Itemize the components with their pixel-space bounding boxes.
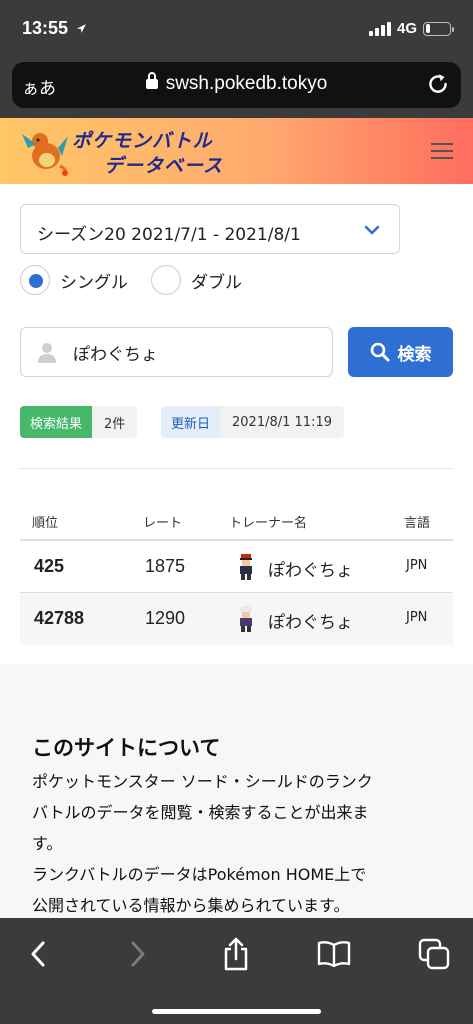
status-time: 13:55 — [22, 18, 87, 39]
url-display[interactable]: swsh.pokedb.tokyo — [12, 72, 461, 95]
trainer-sprite-icon — [240, 554, 252, 580]
chevron-right-icon — [131, 941, 145, 967]
updated-date-key: 更新日 — [161, 406, 221, 438]
user-icon — [38, 343, 56, 363]
column-header-lang: 言語 — [404, 516, 431, 531]
column-header-rank: 順位 — [32, 516, 59, 531]
radio-double-label: ダブル — [191, 272, 242, 293]
about-section: このサイトについて ポケットモンスター ソード・シールドのランク バトルのデータ… — [0, 664, 473, 924]
row-rate: 1290 — [145, 608, 186, 628]
row-trainer-name[interactable]: ぽわぐちょ — [268, 608, 353, 633]
reload-icon[interactable] — [425, 71, 451, 97]
radio-double-button[interactable] — [151, 265, 181, 295]
address-bar[interactable]: ぁあ swsh.pokedb.tokyo — [12, 62, 461, 108]
radio-single[interactable]: シングル — [20, 262, 128, 298]
table-row[interactable]: 425 1875 ぽわぐちょ JPN — [20, 541, 453, 593]
back-button[interactable] — [20, 936, 56, 972]
result-count-key: 検索結果 — [20, 406, 93, 438]
search-button[interactable]: 検索 — [348, 327, 453, 377]
tabs-button[interactable] — [416, 936, 452, 972]
about-text: ポケットモンスター ソード・シールドのランク バトルのデータを閲覧・検索すること… — [32, 772, 373, 915]
table-row[interactable]: 42788 1290 ぽわぐちょ JPN — [20, 593, 453, 645]
row-trainer-name[interactable]: ぽわぐちょ — [268, 556, 353, 581]
radio-single-button[interactable] — [20, 265, 50, 295]
season-select[interactable]: シーズン20 2021/7/1 - 2021/8/1 — [20, 204, 400, 254]
result-count-badge: 検索結果 2件 — [20, 406, 138, 438]
status-indicators: 4G — [368, 20, 454, 37]
home-indicator[interactable] — [152, 1009, 321, 1014]
row-lang: JPN — [406, 610, 428, 625]
site-header: ポケモンバトル データベース — [0, 118, 473, 184]
radio-double[interactable]: ダブル — [151, 262, 242, 298]
row-rank: 425 — [34, 556, 65, 576]
logo-title-line1[interactable]: ポケモンバトル — [72, 126, 213, 153]
browser-top-bar: ぁあ swsh.pokedb.tokyo — [0, 56, 473, 118]
season-select-value: シーズン20 2021/7/1 - 2021/8/1 — [37, 225, 301, 245]
trainer-search-field[interactable] — [20, 327, 333, 377]
row-lang: JPN — [406, 558, 428, 573]
charizard-logo-icon[interactable] — [20, 126, 70, 176]
row-rank: 42788 — [34, 608, 85, 628]
status-bar: 13:55 4G — [0, 0, 473, 56]
bookmarks-button[interactable] — [316, 936, 352, 972]
browser-toolbar — [0, 918, 473, 1024]
radio-single-label: シングル — [60, 272, 128, 293]
location-arrow-icon — [77, 24, 86, 33]
tabs-icon — [418, 938, 450, 970]
column-header-trainer: トレーナー名 — [229, 516, 308, 531]
trainer-search-input[interactable] — [73, 342, 323, 362]
updated-date-badge: 更新日 2021/8/1 11:19 — [161, 406, 344, 438]
cellular-signal-icon — [368, 21, 391, 36]
share-button[interactable] — [218, 936, 254, 972]
network-type: 4G — [396, 20, 417, 37]
row-rate: 1875 — [145, 556, 186, 576]
search-button-label: 検索 — [397, 344, 432, 365]
search-icon — [370, 342, 389, 362]
trainer-sprite-icon — [240, 606, 252, 632]
url-text: swsh.pokedb.tokyo — [165, 73, 328, 94]
forward-button[interactable] — [120, 936, 156, 972]
about-title: このサイトについて — [32, 736, 221, 760]
updated-date-value: 2021/8/1 11:19 — [220, 406, 344, 438]
result-count-value: 2件 — [92, 406, 138, 438]
battery-icon — [423, 21, 454, 36]
divider — [20, 468, 453, 469]
book-icon — [317, 941, 351, 968]
lock-icon — [145, 72, 158, 89]
chevron-down-icon — [364, 225, 380, 235]
logo-title-line2[interactable]: データベース — [104, 151, 223, 178]
menu-icon[interactable] — [431, 143, 453, 164]
share-icon — [224, 937, 248, 971]
chevron-left-icon — [31, 941, 45, 967]
column-header-rate: レート — [143, 516, 183, 531]
